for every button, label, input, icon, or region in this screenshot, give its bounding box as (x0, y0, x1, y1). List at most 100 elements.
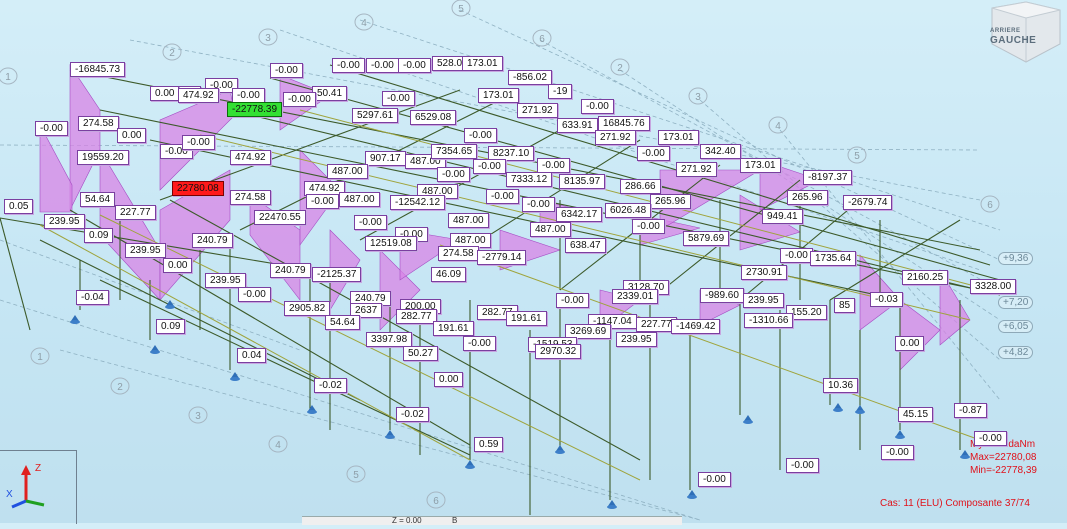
moment-value-label: -0.04 (76, 290, 109, 305)
moment-value-label: 0.09 (84, 228, 114, 243)
grid-number: 2 (117, 382, 123, 393)
moment-value-label: 239.95 (616, 332, 657, 347)
legend-min: Min=-22778,39 (970, 465, 1037, 476)
moment-value-label: -0.02 (314, 378, 347, 393)
moment-value-label: 240.79 (270, 263, 311, 278)
moment-value-label: 19559.20 (77, 150, 129, 165)
support-base (960, 455, 970, 459)
moment-value-label: 265.96 (787, 190, 828, 205)
view-cube-face: GAUCHE (990, 35, 1037, 46)
level-marker: +4,82 (998, 346, 1034, 359)
moment-value-label: 2730.91 (741, 265, 788, 280)
moment-value-label: -0.00 (382, 91, 415, 106)
support-base (555, 450, 565, 454)
grid-number: 6 (539, 34, 545, 45)
load-case-text: Cas: 11 (ELU) Composante 37/74 (880, 498, 1030, 509)
grid-number: 2 (169, 48, 175, 59)
moment-value-label: 474.92 (178, 88, 219, 103)
moment-value-label: 342.40 (700, 144, 741, 159)
z-axis-label: Z (35, 463, 41, 474)
support-base (230, 377, 240, 381)
moment-value-label: 85 (834, 298, 856, 313)
moment-value-label: -0.87 (954, 403, 987, 418)
moment-value-label: -0.00 (238, 287, 271, 302)
support-base (833, 408, 843, 412)
grid-number: 6 (987, 200, 993, 211)
moment-value-label: -0.00 (522, 197, 555, 212)
moment-value-label: 282.77 (396, 309, 437, 324)
moment-value-label: 2339.01 (612, 289, 659, 304)
moment-value-label: -0.00 (974, 431, 1007, 446)
moment-value-label: 949.41 (762, 209, 803, 224)
moment-value-label: 239.95 (205, 273, 246, 288)
moment-value-label: 50.41 (312, 86, 348, 101)
moment-value-label: 487.00 (327, 164, 368, 179)
moment-value-label: 274.58 (438, 246, 479, 261)
moment-value-label: 271.92 (676, 162, 717, 177)
moment-value-label: 0.09 (156, 319, 186, 334)
moment-value-label: 5297.61 (352, 108, 399, 123)
moment-value-label: 271.92 (595, 130, 636, 145)
moment-value-label: -0.00 (366, 58, 399, 73)
moment-value-label: 54.64 (325, 315, 361, 330)
moment-value-label: -0.00 (473, 159, 506, 174)
support-base (150, 350, 160, 354)
grid-number: 3 (265, 33, 271, 44)
support-base (687, 495, 697, 499)
moment-value-label: -0.00 (556, 293, 589, 308)
axis-triad: Z X (0, 450, 77, 524)
moment-value-label: -0.00 (881, 445, 914, 460)
moment-value-label: -0.00 (464, 128, 497, 143)
moment-value-label: 240.79 (192, 233, 233, 248)
moment-value-label: -856.02 (508, 70, 552, 85)
moment-value-label: -8197.37 (803, 170, 853, 185)
moment-value-label: 227.77 (115, 205, 156, 220)
moment-value-label: -0.00 (332, 58, 365, 73)
moment-value-label: 0.00 (434, 372, 464, 387)
moment-value-label: 7333.12 (506, 172, 553, 187)
moment-value-label: -0.00 (637, 146, 670, 161)
moment-value-label: -989.60 (700, 288, 744, 303)
moment-value-label: 3397.98 (366, 332, 413, 347)
grid-line (59, 349, 701, 521)
moment-value-label: -0.00 (270, 63, 303, 78)
moment-value-label: -0.00 (398, 58, 431, 73)
moment-value-label: -0.00 (182, 135, 215, 150)
view-cube-side: ARRIERE (990, 28, 1021, 34)
moment-value-label: 274.58 (230, 190, 271, 205)
support-base (70, 320, 80, 324)
grid-number: 3 (695, 92, 701, 103)
min-moment-label: -22778.39 (227, 102, 283, 117)
moment-value-label: 0.00 (895, 336, 925, 351)
level-marker: +9,36 (998, 252, 1034, 265)
moment-value-label: -0.00 (232, 88, 265, 103)
support-base (307, 410, 317, 414)
moment-value-label: -2779.14 (477, 250, 527, 265)
moment-value-label: -0.00 (780, 248, 813, 263)
support-base (607, 505, 617, 509)
moment-value-label: 45.15 (898, 407, 934, 422)
grid-number: 4 (361, 18, 367, 29)
moment-value-label: -0.00 (306, 194, 339, 209)
legend-max: Max=22780,08 (970, 452, 1037, 463)
moment-value-label: -1310.66 (744, 313, 794, 328)
moment-value-label: 0.04 (237, 348, 267, 363)
moment-value-label: 191.61 (506, 311, 547, 326)
moment-value-label: 6529.08 (410, 110, 457, 125)
moment-value-label: 6342.17 (556, 207, 603, 222)
moment-diagram (899, 299, 941, 371)
moment-value-label: -2679.74 (843, 195, 893, 210)
moment-value-label: 50.27 (403, 346, 439, 361)
moment-value-label: 286.66 (620, 179, 661, 194)
moment-value-label: -0.00 (786, 458, 819, 473)
moment-value-label: 16845.76 (598, 116, 650, 131)
status-z: Z = 0.00 (392, 516, 422, 525)
grid-number: 1 (5, 72, 11, 83)
support-base (855, 410, 865, 414)
moment-value-label: 8135.97 (559, 174, 606, 189)
grid-number: 4 (775, 121, 781, 132)
moment-value-label: 22470.55 (254, 210, 306, 225)
moment-value-label: -0.00 (463, 336, 496, 351)
moment-value-label: 5879.69 (683, 231, 730, 246)
support-base (165, 305, 175, 309)
